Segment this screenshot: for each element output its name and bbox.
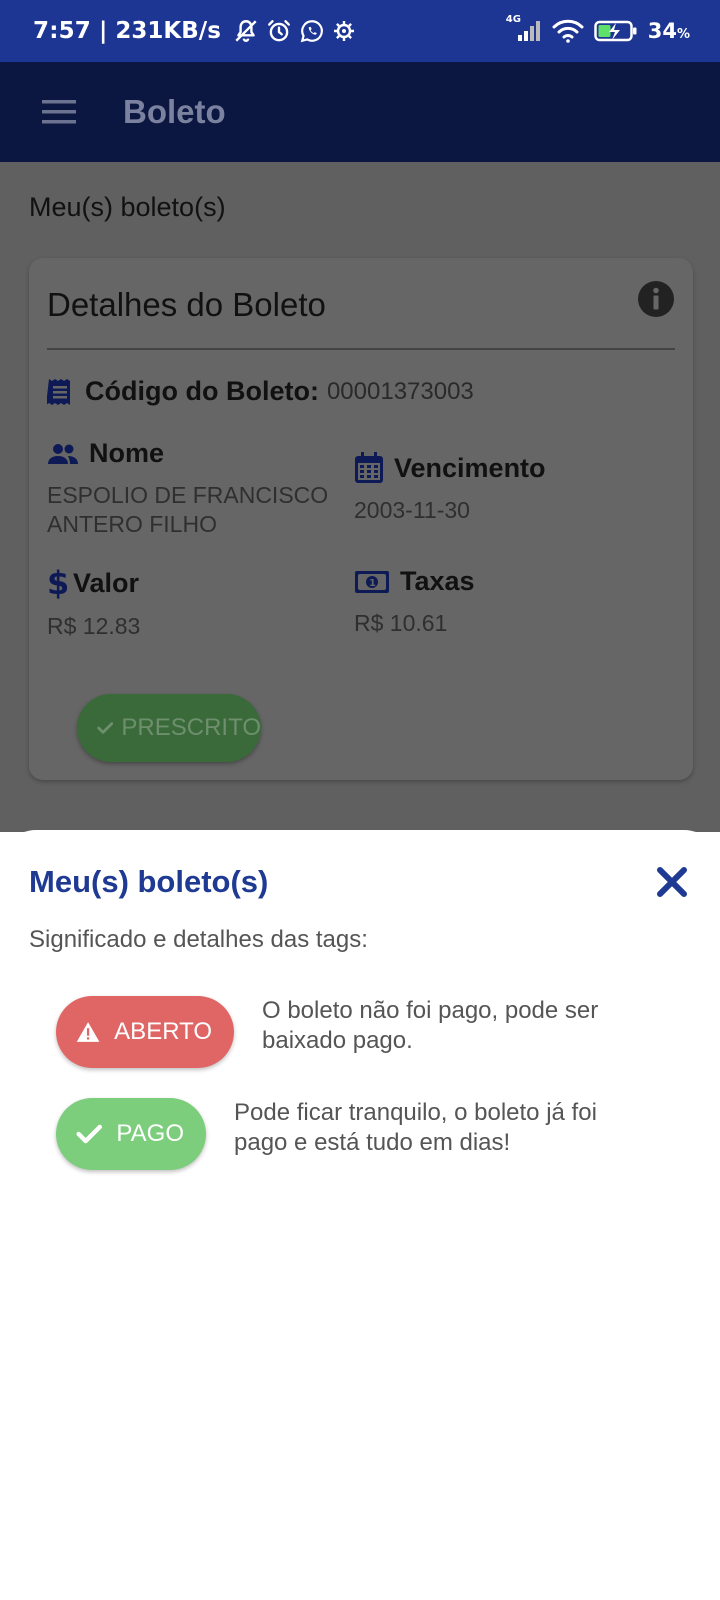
valor-value: R$ 12.83 xyxy=(47,613,141,639)
close-icon xyxy=(657,867,687,897)
notification-icons xyxy=(233,18,356,44)
vencimento-value: 2003-11-30 xyxy=(354,497,470,523)
status-bar-left: 7:57 | 231KB/s xyxy=(33,18,356,44)
info-icon[interactable] xyxy=(637,280,675,323)
aberto-label: ABERTO xyxy=(114,1018,212,1045)
people-icon xyxy=(48,443,78,464)
valor-field: $ Valor R$ 12.83 xyxy=(47,566,337,641)
warning-icon xyxy=(76,1022,100,1042)
nome-field: Nome ESPOLIO DE FRANCISCO ANTERO FILHO xyxy=(47,438,337,539)
prescrito-tag[interactable]: PRESCRITO xyxy=(77,694,261,762)
dollar-icon: $ xyxy=(47,566,67,600)
section-title: Meu(s) boleto(s) xyxy=(29,192,226,222)
vencimento-field: Vencimento 2003-11-30 xyxy=(354,452,674,525)
taxas-label: Taxas xyxy=(400,566,475,596)
code-value: 00001373003 xyxy=(326,377,474,405)
code-label: Código do Boleto: xyxy=(85,376,319,406)
close-button[interactable] xyxy=(650,860,694,904)
tag-row-pago: PAGO Pode ficar tranquilo, o boleto já f… xyxy=(56,1098,634,1170)
bell-off-icon xyxy=(235,20,257,42)
signal-icon: 4G xyxy=(506,14,542,42)
pago-description: Pode ficar tranquilo, o boleto já foi pa… xyxy=(234,1099,597,1156)
network-type: 4G xyxy=(505,14,521,25)
tag-row-aberto: ABERTO O boleto não foi pago, pode ser b… xyxy=(56,996,632,1068)
pago-label: PAGO xyxy=(116,1120,184,1147)
status-bar: 7:57 | 231KB/s 4G 34% xyxy=(0,0,720,62)
status-bar-right: 4G 34% xyxy=(506,14,690,43)
bottom-sheet: Meu(s) boleto(s) Significado e detalhes … xyxy=(0,830,720,1600)
money-bill-icon: 1 xyxy=(355,570,389,593)
app-bar: Boleto xyxy=(0,62,720,162)
sheet-subtitle: Significado e detalhes das tags: xyxy=(29,926,368,953)
card-title: Detalhes do Boleto xyxy=(47,286,326,323)
svg-text:1: 1 xyxy=(369,578,376,589)
calendar-icon xyxy=(355,452,383,483)
code-row: Código do Boleto: 00001373003 xyxy=(47,376,474,407)
menu-button[interactable] xyxy=(0,62,120,162)
battery-percent: 34% xyxy=(648,19,690,43)
settings-icon xyxy=(333,21,354,41)
taxas-field: 1 Taxas R$ 10.61 xyxy=(354,566,674,638)
aberto-tag[interactable]: ABERTO xyxy=(56,996,234,1068)
nome-label: Nome xyxy=(89,438,165,468)
boleto-card: Detalhes do Boleto Código do Boleto: 000… xyxy=(29,258,693,780)
svg-text:$: $ xyxy=(47,566,67,600)
battery-unit: % xyxy=(676,27,690,42)
sheet-title: Meu(s) boleto(s) xyxy=(29,864,269,899)
status-time: 7:57 xyxy=(33,18,92,44)
prescrito-label: PRESCRITO xyxy=(121,714,261,741)
valor-label: Valor xyxy=(73,567,140,598)
nome-value: ESPOLIO DE FRANCISCO ANTERO FILHO xyxy=(47,482,329,537)
whatsapp-icon xyxy=(300,20,323,43)
hamburger-menu-icon xyxy=(42,100,76,124)
alarm-icon xyxy=(267,20,290,42)
check-icon xyxy=(76,1124,102,1144)
page-content-overlay: Meu(s) boleto(s) Detalhes do Boleto Códi… xyxy=(0,162,720,1018)
receipt-icon xyxy=(47,378,70,405)
status-speed: | 231KB/s xyxy=(99,18,221,44)
aberto-description: O boleto não foi pago, pode ser baixado … xyxy=(262,997,599,1054)
vencimento-label: Vencimento xyxy=(394,452,546,483)
wifi-icon xyxy=(552,19,584,43)
check-icon xyxy=(97,722,114,734)
battery-value: 34 xyxy=(647,19,677,43)
pago-tag[interactable]: PAGO xyxy=(56,1098,206,1170)
card-divider xyxy=(47,348,675,350)
taxas-value: R$ 10.61 xyxy=(354,610,448,636)
app-title: Boleto xyxy=(123,93,226,130)
battery-charging-icon xyxy=(593,20,637,42)
